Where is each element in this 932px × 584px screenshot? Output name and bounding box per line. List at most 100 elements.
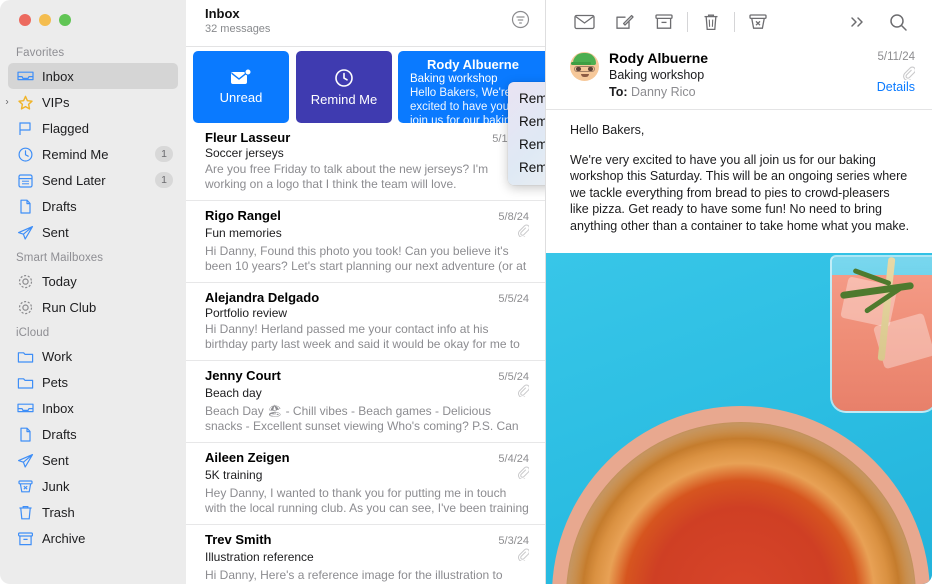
sidebar-item-label: Inbox: [42, 400, 74, 416]
message-list-item[interactable]: Aileen Zeigen 5/4/24 5K training Hey Danny,…: [186, 443, 545, 525]
message-subject: Soccer jerseys: [205, 146, 284, 160]
document-icon: [16, 198, 35, 214]
sidebar-item-drafts[interactable]: Drafts: [8, 193, 178, 219]
message-date: 5/3/24: [498, 535, 529, 547]
context-menu-item[interactable]: Remind Me in 1 Hour: [508, 87, 545, 110]
message-subject: Baking workshop: [609, 68, 705, 82]
sidebar-item-drafts[interactable]: Drafts: [8, 421, 178, 447]
unread-badge: 1: [155, 172, 173, 188]
sidebar-item-inbox[interactable]: Inbox: [8, 395, 178, 421]
sidebar-item-send-later[interactable]: Send Later 1: [8, 167, 178, 193]
sender-name: Rody Albuerne: [609, 50, 709, 66]
message-date: 5/4/24: [498, 453, 529, 465]
trash-icon: [16, 504, 35, 520]
message-preview: Hey Danny, I wanted to thank you for put…: [205, 486, 529, 515]
envelope-icon: [573, 14, 595, 30]
sidebar-item-flagged[interactable]: Flagged: [8, 115, 178, 141]
context-menu-item[interactable]: Remind Me Tomorrow: [508, 133, 545, 156]
message-preview: Hi Danny! Herland passed me your contact…: [205, 322, 520, 351]
sidebar-item-sent[interactable]: Sent: [8, 219, 178, 245]
sidebar-item-label: Remind Me: [42, 146, 109, 162]
message-preview: Hi Danny, Here's a reference image for t…: [205, 568, 503, 584]
search-button[interactable]: [878, 7, 918, 37]
zoom-button[interactable]: [59, 14, 71, 26]
inbox-icon: [16, 400, 35, 416]
sidebar-item-inbox[interactable]: Inbox: [8, 63, 178, 89]
margherita-pizza-photo: [546, 253, 932, 584]
sidebar-item-today[interactable]: Today: [8, 268, 178, 294]
junk-button[interactable]: [738, 7, 778, 37]
delete-button[interactable]: [691, 7, 731, 37]
filter-icon[interactable]: [510, 9, 531, 30]
message-sender: Aileen Zeigen: [205, 450, 290, 465]
gear-icon: [16, 299, 35, 315]
message-body: Hello Bakers, We're very excited to have…: [546, 110, 932, 244]
message-sender: Jenny Court: [205, 368, 281, 383]
compose-icon: [616, 14, 634, 29]
minimize-button[interactable]: [39, 14, 51, 26]
sidebar-item-label: Archive: [42, 530, 86, 546]
message-sender: Trev Smith: [205, 532, 272, 547]
sidebar-item-archive[interactable]: Archive: [8, 525, 178, 551]
flag-icon: [16, 120, 35, 136]
message-date: 5/8/24: [498, 211, 529, 223]
message-list-item[interactable]: Fleur Lasseur5/10/24Soccer jerseysAre yo…: [186, 123, 545, 201]
paperclip-icon: [517, 548, 530, 562]
paperclip-icon: [517, 384, 530, 398]
paperclip-icon: [517, 548, 530, 566]
clock-icon: [335, 68, 353, 87]
sidebar-section-title: Smart Mailboxes: [16, 252, 104, 264]
message-list-item[interactable]: Alejandra Delgado 5/5/24 Portfolio review H…: [186, 283, 545, 361]
swipe-unread-button[interactable]: Unread: [193, 51, 289, 123]
sidebar-item-label: Run Club: [42, 299, 97, 315]
clock-icon: [16, 146, 35, 162]
body-paragraph: We're very excited to have you all join …: [570, 152, 910, 233]
chevron-double-right-icon: [851, 17, 863, 27]
trash-icon: [704, 14, 718, 30]
sidebar-item-label: Pets: [42, 374, 69, 390]
archive-button[interactable]: [644, 7, 684, 37]
sidebar-item-work[interactable]: Work: [8, 343, 178, 369]
toolbar-divider: [687, 12, 688, 32]
sidebar-item-run-club[interactable]: Run Club: [8, 294, 178, 320]
close-button[interactable]: [19, 14, 31, 26]
calendar-icon: [16, 172, 35, 188]
swipe-remind-label: Remind Me: [310, 91, 378, 107]
sidebar-item-trash[interactable]: Trash: [8, 499, 178, 525]
paperclip-icon: [517, 224, 530, 242]
mail-window: Favorites Inbox › VIPs Flagged Remind Me 1 Send…: [0, 0, 932, 584]
more-button[interactable]: [838, 7, 878, 37]
paper-plane-icon: [16, 224, 35, 240]
sidebar-item-label: Drafts: [42, 198, 77, 214]
message-list-item[interactable]: Rigo Rangel 5/8/24 Fun memories Hi Danny, F…: [186, 201, 545, 283]
context-menu-item[interactable]: Remind Me Tonight: [508, 110, 545, 133]
message-list-item[interactable]: Trev Smith 5/3/24 Illustration reference Hi…: [186, 525, 545, 584]
unread-badge: 1: [155, 146, 173, 162]
sidebar: Favorites Inbox › VIPs Flagged Remind Me 1 Send…: [0, 0, 186, 584]
inbox-icon: [16, 68, 35, 84]
sidebar-item-sent[interactable]: Sent: [8, 447, 178, 473]
sidebar-item-pets[interactable]: Pets: [8, 369, 178, 395]
context-menu-item[interactable]: Remind Me Later…: [508, 156, 545, 179]
sidebar-item-label: Flagged: [42, 120, 89, 136]
paperclip-icon: [517, 224, 530, 238]
swipe-action-row: Unread Remind Me Rody Albuerne Baking wo…: [186, 47, 545, 123]
selected-message-from: Rody Albuerne: [427, 57, 519, 72]
chevron-right-icon[interactable]: ›: [0, 97, 14, 108]
paper-plane-icon: [16, 452, 35, 468]
body-paragraph: Hello Bakers,: [570, 123, 645, 137]
message-subject: Fun memories: [205, 226, 282, 240]
sidebar-item-vips[interactable]: › VIPs: [5, 89, 178, 115]
mark-unread-button[interactable]: [564, 7, 604, 37]
message-sender: Alejandra Delgado: [205, 290, 320, 305]
junk-icon: [749, 14, 767, 29]
archive-icon: [655, 14, 673, 29]
swipe-remind-button[interactable]: Remind Me: [296, 51, 392, 123]
sidebar-item-remind-me[interactable]: Remind Me 1: [8, 141, 178, 167]
remind-me-context-menu[interactable]: Remind Me in 1 HourRemind Me TonightRemi…: [508, 82, 545, 185]
sidebar-item-junk[interactable]: Junk: [8, 473, 178, 499]
compose-button[interactable]: [604, 7, 644, 37]
window-traffic-lights: [0, 0, 186, 40]
reading-toolbar: [546, 0, 932, 44]
message-list-item[interactable]: Jenny Court 5/5/24 Beach day Beach Day 🏖 - …: [186, 361, 545, 443]
